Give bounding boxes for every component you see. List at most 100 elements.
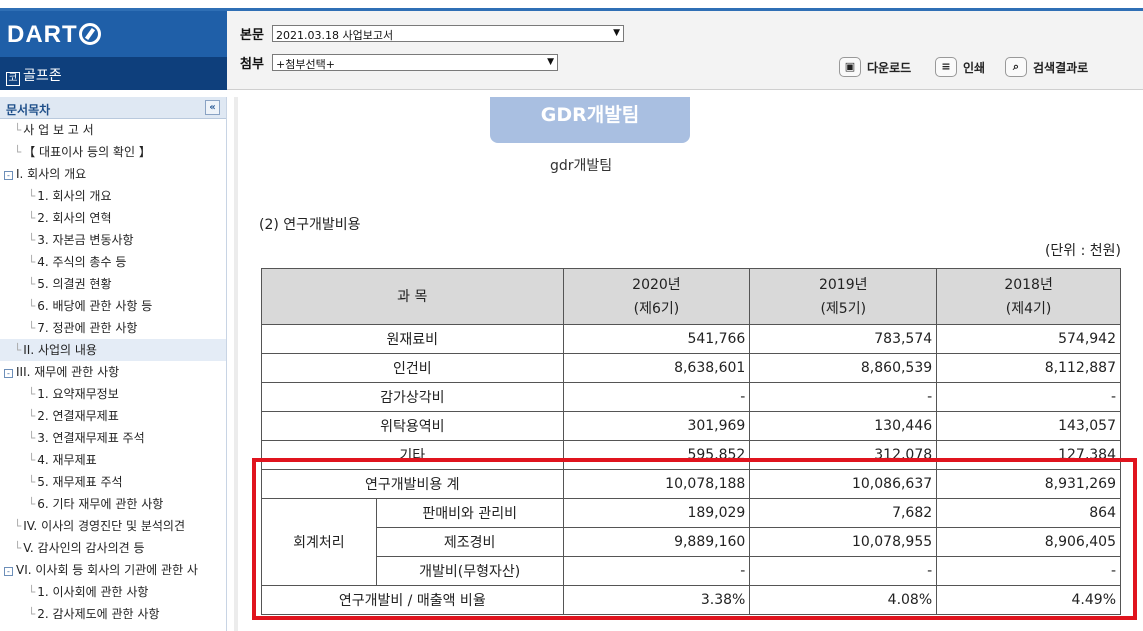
tree-branch-icon: └ bbox=[28, 453, 36, 467]
dart-viewer: DART 코 골프존 본문 2021.03.18 사업보고서 ▼ 첨부 +첨부선택+… bbox=[0, 0, 1143, 631]
toc-item[interactable]: └ 4. 재무제표 bbox=[0, 449, 226, 471]
toc-item-label: 2. 감사제도에 관한 사항 bbox=[37, 607, 160, 621]
toc-item[interactable]: └ V. 감사인의 감사의견 등 bbox=[0, 537, 226, 559]
tree-branch-icon: └ bbox=[28, 277, 36, 291]
toc-item[interactable]: └ IV. 이사의 경영진단 및 분석의견 bbox=[0, 515, 226, 537]
main-doc-label: 본문 bbox=[240, 28, 264, 43]
attachment-select-value: +첨부선택+ bbox=[276, 58, 335, 71]
magnifier-icon: ⌕ bbox=[1005, 57, 1027, 77]
toc-item[interactable]: └ 1. 이사회에 관한 사항 bbox=[0, 581, 226, 603]
unit-note: (단위 : 천원) bbox=[1044, 243, 1121, 259]
tree-expander-icon[interactable]: - bbox=[4, 171, 13, 180]
search-results-button[interactable]: ⌕ 검색결과로 bbox=[1005, 55, 1088, 79]
tree-branch-icon: └ bbox=[28, 299, 36, 313]
toc-item[interactable]: └ 2. 감사제도에 관한 사항 bbox=[0, 603, 226, 625]
print-button[interactable]: ≡ 인쇄 bbox=[935, 55, 985, 79]
document-toolbar: 본문 2021.03.18 사업보고서 ▼ 첨부 +첨부선택+ ▼ ▣ 다운로드 ≡ 인… bbox=[227, 11, 1143, 90]
tree-branch-icon: └ bbox=[14, 343, 22, 357]
toc-item[interactable]: └ 4. 주식의 총수 등 bbox=[0, 251, 226, 273]
toc-item[interactable]: └ 2. 회사의 연혁 bbox=[0, 207, 226, 229]
tree-branch-icon: └ bbox=[28, 431, 36, 445]
header-year: 2018년 bbox=[1004, 276, 1053, 293]
row-label: 위탁용역비 bbox=[261, 411, 564, 441]
toc-item[interactable]: └ 1. 요약재무정보 bbox=[0, 383, 226, 405]
toc-item-label: 5. 의결권 현황 bbox=[37, 277, 112, 291]
main-doc-select[interactable]: 2021.03.18 사업보고서 ▼ bbox=[272, 25, 624, 42]
tree-expander-icon[interactable]: - bbox=[4, 567, 13, 576]
download-button[interactable]: ▣ 다운로드 bbox=[839, 55, 911, 79]
toc-item-label: IV. 이사의 경영진단 및 분석의견 bbox=[23, 519, 185, 533]
toc-item[interactable]: └ 1. 회사의 개요 bbox=[0, 185, 226, 207]
toc-item-label: 사 업 보 고 서 bbox=[23, 123, 94, 137]
cell-2019: 783,574 bbox=[749, 324, 938, 354]
header-subject: 과 목 bbox=[261, 268, 564, 325]
toc-item-label: II. 사업의 내용 bbox=[23, 343, 97, 357]
header-year: 2020년 bbox=[632, 276, 681, 293]
table-row: 인건비 8,638,601 8,860,539 8,112,887 bbox=[261, 353, 1121, 383]
toc-item[interactable]: └ 【 대표이사 등의 확인 】 bbox=[0, 141, 226, 163]
toc-item[interactable]: - III. 재무에 관한 사항 bbox=[0, 361, 226, 383]
red-highlight-box bbox=[252, 458, 1137, 620]
toc-item[interactable]: - I. 회사의 개요 bbox=[0, 163, 226, 185]
dart-logo[interactable]: DART bbox=[7, 21, 101, 49]
tree-branch-icon: └ bbox=[28, 409, 36, 423]
toc-item-label: III. 재무에 관한 사항 bbox=[16, 365, 120, 379]
gdr-team-caption: gdr개발팀 bbox=[550, 158, 613, 174]
header-2019: 2019년 (제5기) bbox=[749, 268, 938, 325]
company-name: 골프존 bbox=[23, 68, 62, 84]
search-results-label: 검색결과로 bbox=[1033, 60, 1089, 75]
row-label: 감가상각비 bbox=[261, 382, 564, 412]
cell-2018: 574,942 bbox=[936, 324, 1121, 354]
header-period: (제6기) bbox=[633, 300, 680, 317]
toc-item[interactable]: └ 5. 재무제표 주석 bbox=[0, 471, 226, 493]
tree-branch-icon: └ bbox=[28, 585, 36, 599]
logo-text: DART bbox=[7, 21, 78, 48]
toc-item[interactable]: └ 7. 정관에 관한 사항 bbox=[0, 317, 226, 339]
tree-branch-icon: └ bbox=[14, 123, 22, 137]
cell-2019: 130,446 bbox=[749, 411, 938, 441]
cell-2019: - bbox=[749, 382, 938, 412]
cell-2018: 143,057 bbox=[936, 411, 1121, 441]
toc-item[interactable]: └ 6. 배당에 관한 사항 등 bbox=[0, 295, 226, 317]
header-year: 2019년 bbox=[818, 276, 868, 293]
toc-item-label: 6. 기타 재무에 관한 사항 bbox=[37, 497, 164, 511]
toc-item[interactable]: └ 5. 의결권 현황 bbox=[0, 273, 226, 295]
header-subject-text: 과 목 bbox=[397, 288, 428, 305]
toc-item-label: VI. 이사회 등 회사의 기관에 관한 사 bbox=[16, 563, 198, 577]
attachment-label: 첨부 bbox=[240, 57, 264, 72]
tree-branch-icon: └ bbox=[28, 475, 36, 489]
tree-expander-icon[interactable]: - bbox=[4, 369, 13, 378]
toc-item[interactable]: └ 3. 연결재무제표 주석 bbox=[0, 427, 226, 449]
toc-item-label: V. 감사인의 감사의견 등 bbox=[23, 541, 145, 555]
attachment-select[interactable]: +첨부선택+ ▼ bbox=[272, 54, 558, 71]
download-label: 다운로드 bbox=[867, 60, 912, 75]
main-doc-select-value: 2021.03.18 사업보고서 bbox=[276, 29, 394, 42]
row-label: 원재료비 bbox=[261, 324, 564, 354]
toc-item-label: 4. 주식의 총수 등 bbox=[37, 255, 127, 269]
logo-wheel-icon bbox=[78, 23, 101, 45]
print-label: 인쇄 bbox=[963, 60, 986, 75]
tree-branch-icon: └ bbox=[28, 233, 36, 247]
cell-2020: - bbox=[562, 382, 751, 412]
printer-icon: ≡ bbox=[935, 57, 957, 77]
toc-item[interactable]: └ 6. 기타 재무에 관한 사항 bbox=[0, 493, 226, 515]
toc-item-label: 2. 회사의 연혁 bbox=[37, 211, 112, 225]
toc-item-label: 1. 이사회에 관한 사항 bbox=[37, 585, 149, 599]
toc-item[interactable]: └ 2. 연결재무제표 bbox=[0, 405, 226, 427]
toc-list: └ 사 업 보 고 서 └ 【 대표이사 등의 확인 】 - I. 회사의 개요 └ 1. 회… bbox=[0, 119, 226, 625]
toc-item[interactable]: - VI. 이사회 등 회사의 기관에 관한 사 bbox=[0, 559, 226, 581]
tree-branch-icon: └ bbox=[14, 541, 22, 555]
toc-item-label: 2. 연결재무제표 bbox=[37, 409, 119, 423]
tree-branch-icon: └ bbox=[28, 607, 36, 621]
cell-2020: 8,638,601 bbox=[562, 353, 751, 383]
toc-item[interactable]: └ II. 사업의 내용 bbox=[0, 339, 226, 361]
tree-branch-icon: └ bbox=[28, 387, 36, 401]
toc-item[interactable]: └ 3. 자본금 변동사항 bbox=[0, 229, 226, 251]
row-label: 인건비 bbox=[261, 353, 564, 383]
toc-item[interactable]: └ 사 업 보 고 서 bbox=[0, 119, 226, 141]
tree-branch-icon: └ bbox=[28, 255, 36, 269]
collapse-sidebar-button[interactable]: « bbox=[205, 100, 220, 115]
table-row: 감가상각비 - - - bbox=[261, 382, 1121, 412]
cell-2019: 8,860,539 bbox=[749, 353, 938, 383]
chevron-down-icon: ▼ bbox=[613, 28, 620, 38]
